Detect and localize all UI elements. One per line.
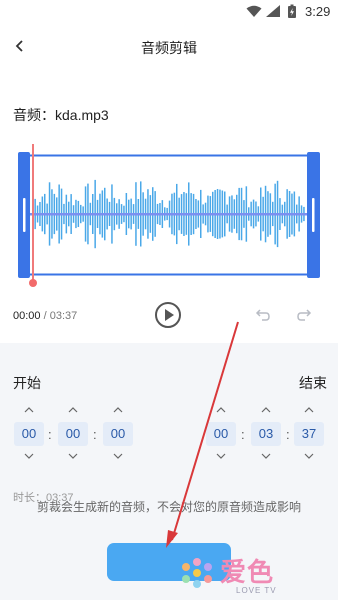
wifi-icon (246, 5, 262, 17)
start-hour-field[interactable]: 00 (14, 422, 44, 446)
time-separator: / (40, 310, 50, 322)
start-minute-down-icon[interactable] (67, 452, 79, 460)
end-hour-field[interactable]: 00 (206, 422, 236, 446)
left-handle-grip (23, 198, 26, 232)
app-header: 音频剪辑 (0, 24, 338, 70)
waveform-center-line (30, 213, 307, 216)
start-hour-up-icon[interactable] (23, 406, 35, 414)
start-second-down-icon[interactable] (112, 452, 124, 460)
watermark-subtitle: LOVE TV (236, 586, 277, 595)
end-second-field[interactable]: 37 (294, 422, 324, 446)
playhead-handle[interactable] (29, 279, 37, 287)
end-minute-field[interactable]: 03 (251, 422, 281, 446)
end-colon-2: : (286, 427, 290, 442)
redo-icon[interactable] (296, 307, 312, 323)
end-label: 结束 (299, 375, 327, 391)
end-minute-up-icon[interactable] (260, 406, 272, 414)
waveform-editor[interactable] (18, 152, 320, 278)
flower-logo-icon (182, 558, 212, 588)
start-second-up-icon[interactable] (112, 406, 124, 414)
file-name-label: 音频：kda.mp3 (13, 107, 109, 123)
start-colon-2: : (93, 427, 97, 442)
undo-icon[interactable] (255, 307, 271, 323)
battery-charging-icon (288, 4, 296, 18)
status-bar: 3:29 (0, 0, 338, 24)
notice-text: 剪裁会生成新的音频，不会对您的原音频造成影响 (36, 500, 301, 514)
end-hour-up-icon[interactable] (215, 406, 227, 414)
start-hour-down-icon[interactable] (23, 452, 35, 460)
playback-time: 00:00 / 03:37 (13, 310, 77, 322)
watermark: 爱色 LOVE TV (178, 552, 328, 598)
start-label: 开始 (13, 375, 41, 391)
start-minute-up-icon[interactable] (67, 406, 79, 414)
end-second-down-icon[interactable] (303, 452, 315, 460)
end-minute-down-icon[interactable] (260, 452, 272, 460)
play-button[interactable] (155, 302, 181, 328)
start-minute-field[interactable]: 00 (58, 422, 88, 446)
end-colon-1: : (241, 427, 245, 442)
start-second-field[interactable]: 00 (103, 422, 133, 446)
start-colon-1: : (48, 427, 52, 442)
total-time: 03:37 (49, 310, 78, 322)
current-time: 00:00 (13, 310, 41, 322)
end-second-up-icon[interactable] (303, 406, 315, 414)
end-hour-down-icon[interactable] (215, 452, 227, 460)
playhead-line (32, 144, 34, 282)
watermark-logo: 爱色 (220, 557, 275, 587)
status-time: 3:29 (305, 4, 331, 19)
right-handle-grip (312, 198, 315, 232)
page-title: 音频剪辑 (141, 40, 197, 56)
signal-icon (266, 5, 280, 17)
